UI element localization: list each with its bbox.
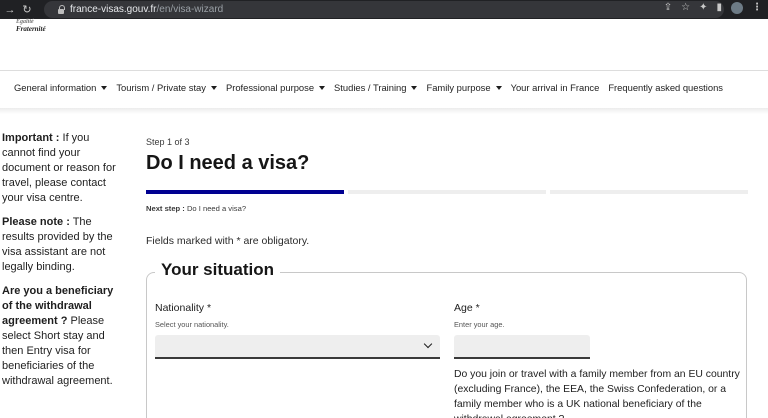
- age-hint: Enter your age.: [454, 320, 505, 329]
- nav-item-faq[interactable]: Frequently asked questions: [608, 82, 723, 93]
- address-bar[interactable]: france-visas.gouv.fr/en/visa-wizard: [44, 1, 724, 18]
- nav-item-label: Family purpose: [426, 82, 491, 93]
- chevron-down-icon: [423, 339, 433, 349]
- main-navigation: General information Tourism / Private st…: [14, 82, 732, 93]
- nationality-label: Nationality *: [155, 302, 212, 314]
- next-step-label: Next step :: [146, 204, 185, 213]
- required-fields-note: Fields marked with * are obligatory.: [146, 235, 310, 247]
- chevron-down-icon: [101, 85, 108, 90]
- nav-item-tourism[interactable]: Tourism / Private stay: [116, 82, 217, 93]
- family-member-question: Do you join or travel with a family memb…: [454, 369, 740, 418]
- nationality-select[interactable]: [155, 335, 440, 359]
- url-path: /en/visa-wizard: [156, 4, 224, 15]
- progress-step-3: [550, 190, 748, 194]
- nav-item-label: Your arrival in France: [510, 82, 600, 93]
- lock-icon[interactable]: [58, 4, 65, 14]
- progress-step-2: [348, 190, 546, 194]
- sidepanel-icon[interactable]: ▮: [716, 2, 722, 14]
- nav-item-label: Professional purpose: [225, 82, 315, 93]
- header-divider: [0, 70, 768, 71]
- withdrawal-note: Are you a beneficiary of the withdrawal …: [2, 284, 120, 389]
- nav-item-arrival[interactable]: Your arrival in France: [511, 82, 600, 93]
- nav-item-general-information[interactable]: General information: [14, 82, 108, 93]
- share-icon[interactable]: ⇪: [664, 2, 672, 14]
- logo-motto-fraternite: Fraternité: [16, 25, 46, 33]
- republic-logo[interactable]: Egalité Fraternité: [16, 19, 46, 33]
- nav-item-label: Frequently asked questions: [608, 82, 723, 93]
- browser-toolbar: → ↻ france-visas.gouv.fr/en/visa-wizard …: [0, 0, 768, 19]
- next-step-value: Do I need a visa?: [184, 204, 247, 213]
- chevron-down-icon: [319, 85, 326, 90]
- nav-item-studies[interactable]: Studies / Training: [334, 82, 418, 93]
- chevron-down-icon: [411, 85, 418, 90]
- url-domain: france-visas.gouv.fr: [70, 4, 157, 15]
- extensions-icon[interactable]: ✦: [699, 2, 707, 14]
- menu-dots-icon[interactable]: ⋮: [752, 2, 762, 14]
- important-note: Important : If you cannot find your docu…: [2, 131, 120, 206]
- age-input[interactable]: [454, 335, 590, 359]
- nav-item-label: General information: [14, 82, 97, 93]
- profile-avatar[interactable]: [731, 2, 743, 14]
- bookmark-star-icon[interactable]: ☆: [681, 2, 690, 14]
- next-step-info: Next step : Do I need a visa?: [146, 204, 246, 213]
- fieldset-legend: Your situation: [155, 260, 281, 280]
- nav-item-label: Tourism / Private stay: [116, 82, 206, 93]
- important-label: Important :: [2, 132, 60, 144]
- nav-item-family[interactable]: Family purpose: [426, 82, 502, 93]
- stepper-progress: [146, 190, 748, 194]
- nav-item-label: Studies / Training: [334, 82, 407, 93]
- note-label: Please note :: [2, 216, 70, 228]
- progress-step-1: [146, 190, 344, 194]
- legal-note: Please note : The results provided by th…: [2, 215, 120, 275]
- reload-icon[interactable]: ↻: [20, 3, 34, 16]
- nav-shadow: [0, 108, 768, 114]
- info-sidebar: Important : If you cannot find your docu…: [2, 131, 120, 398]
- chevron-down-icon: [495, 85, 502, 90]
- nationality-hint: Select your nationality.: [155, 320, 229, 329]
- age-label: Age *: [454, 302, 480, 314]
- forward-icon[interactable]: →: [3, 4, 17, 16]
- step-indicator: Step 1 of 3: [146, 137, 190, 147]
- nav-item-professional[interactable]: Professional purpose: [225, 82, 326, 93]
- chevron-down-icon: [210, 85, 217, 90]
- page-title: Do I need a visa?: [146, 152, 310, 174]
